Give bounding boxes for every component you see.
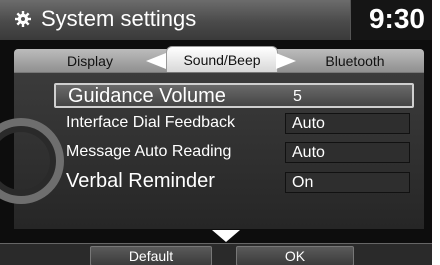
setting-value: On	[285, 172, 410, 193]
scroll-down-icon[interactable]	[212, 230, 240, 242]
setting-label: Verbal Reminder	[66, 170, 215, 192]
setting-value: Auto	[285, 113, 410, 134]
setting-row-message-auto-reading[interactable]: Message Auto Reading Auto	[54, 140, 414, 165]
default-button[interactable]: Default	[90, 246, 212, 265]
settings-list: Guidance Volume 5 Interface Dial Feedbac…	[0, 72, 424, 229]
tab-bluetooth[interactable]: Bluetooth	[300, 52, 410, 74]
tab-sound-beep[interactable]: Sound/Beep	[166, 46, 278, 73]
page-title: System settings	[41, 6, 197, 31]
setting-value: 5	[293, 88, 302, 105]
ok-button[interactable]: OK	[236, 246, 354, 265]
setting-label: Guidance Volume	[68, 85, 226, 107]
tab-display[interactable]: Display	[40, 52, 140, 74]
clock-panel: 9:30	[350, 0, 432, 40]
setting-label: Interface Dial Feedback	[66, 114, 235, 131]
tab-right-arrow-icon[interactable]	[276, 53, 296, 69]
title-bar: System settings 9:30	[0, 0, 432, 41]
system-settings-screen: System settings 9:30 Display Sound/Beep …	[0, 0, 432, 265]
setting-row-guidance-volume[interactable]: Guidance Volume 5	[54, 83, 414, 108]
footer-bar: Default OK	[0, 243, 432, 265]
setting-label: Message Auto Reading	[66, 143, 232, 160]
setting-row-interface-dial-feedback[interactable]: Interface Dial Feedback Auto	[54, 111, 414, 136]
setting-value: Auto	[285, 142, 410, 163]
setting-row-verbal-reminder[interactable]: Verbal Reminder On	[54, 170, 414, 195]
clock: 9:30	[368, 3, 425, 34]
gear-icon	[15, 11, 31, 27]
tab-left-arrow-icon[interactable]	[146, 53, 166, 69]
tab-strip: Display Sound/Beep Bluetooth	[0, 40, 432, 74]
